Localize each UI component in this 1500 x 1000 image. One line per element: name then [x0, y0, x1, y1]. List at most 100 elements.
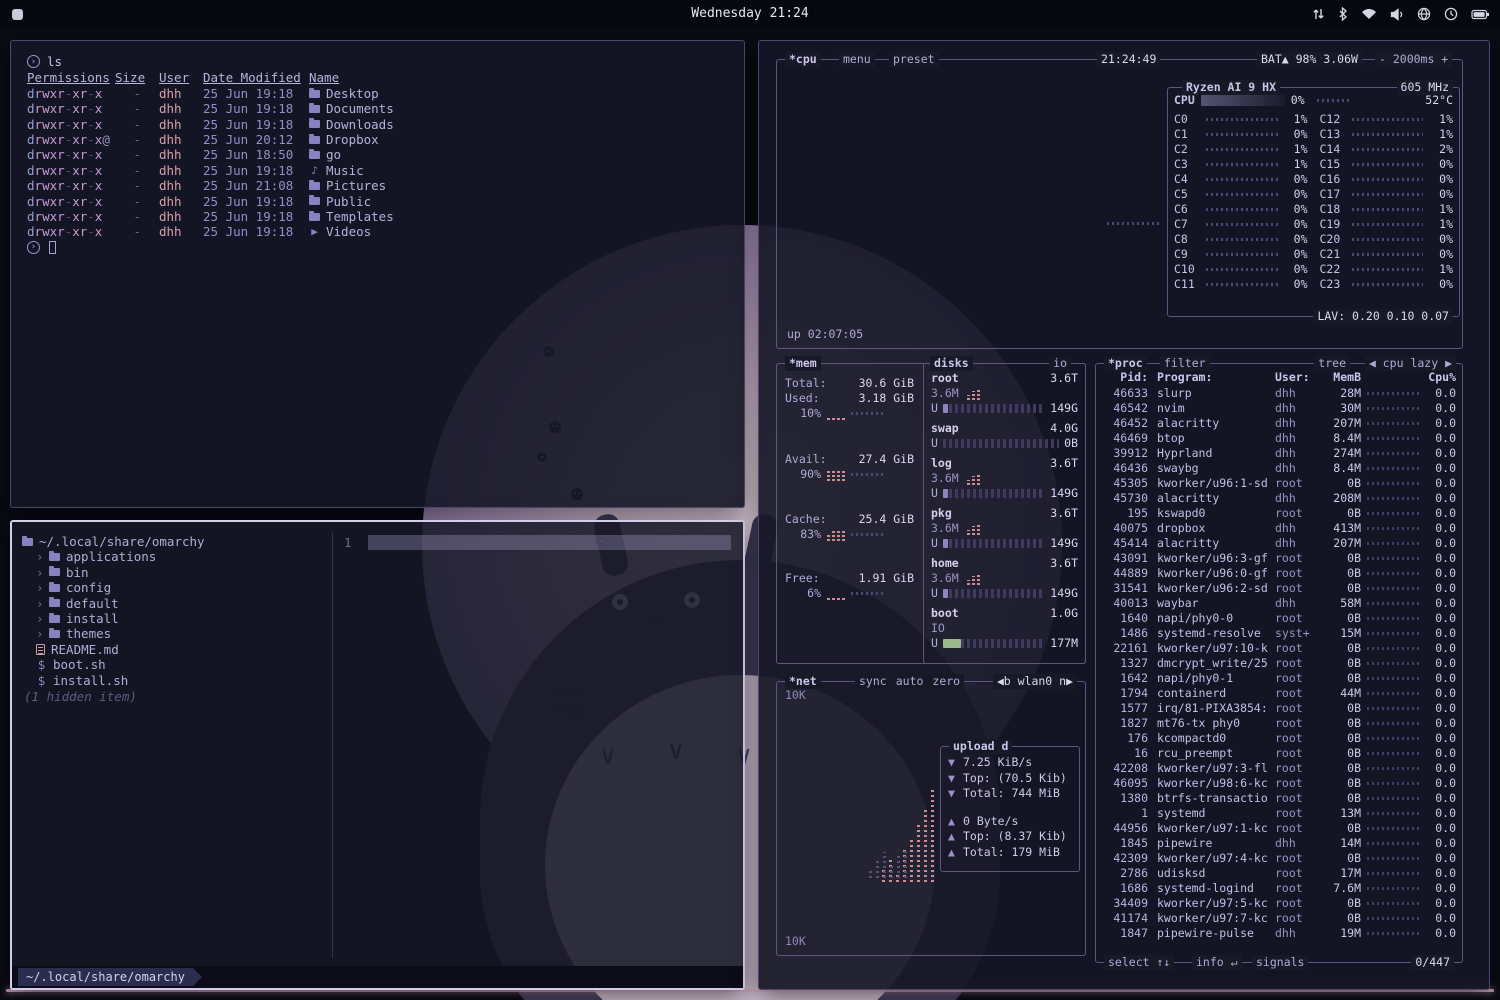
- process-row[interactable]: 1486systemd-resolvesyst+15M0.0: [1102, 626, 1456, 641]
- user-cell: dhh: [159, 224, 203, 239]
- process-row[interactable]: 1640napi/phy0-0root0B0.0: [1102, 611, 1456, 626]
- core-row: C200%: [1320, 232, 1454, 247]
- clock[interactable]: Wednesday 21:24: [691, 6, 808, 21]
- tree-button[interactable]: tree: [1314, 356, 1350, 371]
- core-label: C8: [1174, 232, 1202, 247]
- process-row[interactable]: 44956kworker/u97:1-kcroot0B0.0: [1102, 821, 1456, 836]
- sync-button[interactable]: sync: [859, 674, 887, 689]
- tree-item[interactable]: ›config: [22, 580, 733, 595]
- process-row[interactable]: 1847pipewire-pulsedhh19M0.0: [1102, 926, 1456, 941]
- process-row[interactable]: 43091kworker/u96:3-gfroot0B0.0: [1102, 551, 1456, 566]
- idle-icon[interactable]: [1444, 7, 1458, 21]
- preset-button[interactable]: preset: [889, 52, 939, 67]
- signals-hint[interactable]: signals: [1252, 955, 1308, 970]
- process-cpu-graph: [1367, 632, 1422, 635]
- select-hint[interactable]: select ↑↓: [1104, 955, 1174, 970]
- process-row[interactable]: 2786udisksdroot17M0.0: [1102, 866, 1456, 881]
- info-hint[interactable]: info ↵: [1192, 955, 1242, 970]
- process-row[interactable]: 1794containerdroot44M0.0: [1102, 686, 1456, 701]
- process-mem: 30M: [1323, 401, 1361, 416]
- process-row[interactable]: 39912Hyprlanddhh274M0.0: [1102, 446, 1456, 461]
- name-cell: Public: [309, 194, 728, 209]
- process-row[interactable]: 46452alacrittydhh207M0.0: [1102, 416, 1456, 431]
- process-row[interactable]: 1380btrfs-transactioroot0B0.0: [1102, 791, 1456, 806]
- process-row[interactable]: 40075dropboxdhh413M0.0: [1102, 521, 1456, 536]
- update-interval[interactable]: - 2000ms +: [1375, 52, 1452, 67]
- process-row[interactable]: 42309kworker/u97:4-kcroot0B0.0: [1102, 851, 1456, 866]
- header-mem[interactable]: MemB: [1323, 370, 1361, 385]
- process-row[interactable]: 1577irq/81-PIXA3854:root0B0.0: [1102, 701, 1456, 716]
- process-row[interactable]: 45305kworker/u96:1-sdroot0B0.0: [1102, 476, 1456, 491]
- core-percent: 1%: [1427, 112, 1453, 127]
- process-row[interactable]: 44889kworker/u96:0-gfroot0B0.0: [1102, 566, 1456, 581]
- core-label: C15: [1320, 157, 1348, 172]
- process-cpu-graph: [1367, 482, 1422, 485]
- filter-button[interactable]: filter: [1160, 356, 1210, 371]
- tree-item[interactable]: README.md: [22, 642, 733, 657]
- battery-icon[interactable]: [1471, 9, 1490, 20]
- network-box: *net sync auto zero ◀b wlan0 n▶ 10K 10K …: [776, 681, 1086, 956]
- tree-item[interactable]: $boot.sh: [22, 657, 733, 672]
- interface-selector[interactable]: ◀b wlan0 n▶: [993, 674, 1077, 689]
- folder-icon: [22, 538, 33, 546]
- process-row[interactable]: 42208kworker/u97:3-flroot0B0.0: [1102, 761, 1456, 776]
- process-row[interactable]: 22161kworker/u97:10-kroot0B0.0: [1102, 641, 1456, 656]
- process-row[interactable]: 45414alacrittydhh207M0.0: [1102, 536, 1456, 551]
- process-row[interactable]: 1845pipewiredhh14M0.0: [1102, 836, 1456, 851]
- bluetooth-icon[interactable]: [1338, 7, 1348, 21]
- sort-mode-selector[interactable]: ◀ cpu lazy ▶: [1365, 356, 1456, 371]
- cpu-temperature: 52°C: [1425, 93, 1453, 108]
- process-row[interactable]: 16rcu_preemptroot0B0.0: [1102, 746, 1456, 761]
- header-cpu[interactable]: Cpu%: [1428, 370, 1456, 385]
- terminal-cursor[interactable]: [49, 241, 56, 254]
- tree-item[interactable]: ›themes: [22, 626, 733, 641]
- tree-item[interactable]: ›applications: [22, 549, 733, 564]
- core-percent: 1%: [1427, 127, 1453, 142]
- terminal-window[interactable]: › ls Permissions Size User Date Modified…: [10, 40, 745, 508]
- volume-icon[interactable]: [1390, 8, 1404, 21]
- updates-icon[interactable]: [1312, 7, 1325, 21]
- io-mode-button[interactable]: io: [1049, 356, 1071, 371]
- process-row[interactable]: 176kcompactd0root0B0.0: [1102, 731, 1456, 746]
- process-pid: 43091: [1102, 551, 1148, 566]
- tree-item[interactable]: ›default: [22, 596, 733, 611]
- process-row[interactable]: 1systemdroot13M0.0: [1102, 806, 1456, 821]
- process-row[interactable]: 1327dmcrypt_write/25root0B0.0: [1102, 656, 1456, 671]
- tree-item[interactable]: ›install: [22, 611, 733, 626]
- core-row: C90%: [1174, 247, 1308, 262]
- process-row[interactable]: 46469btopdhh8.4M0.0: [1102, 431, 1456, 446]
- process-row[interactable]: 46095kworker/u98:6-kcroot0B0.0: [1102, 776, 1456, 791]
- globe-icon[interactable]: [1417, 7, 1431, 21]
- workspace-indicator[interactable]: [12, 9, 23, 20]
- tree-item[interactable]: ›bin: [22, 565, 733, 580]
- header-pid[interactable]: Pid:: [1102, 370, 1148, 385]
- process-row[interactable]: 45730alacrittydhh208M0.0: [1102, 491, 1456, 506]
- process-row[interactable]: 46436swaybgdhh8.4M0.0: [1102, 461, 1456, 476]
- header-user[interactable]: User:: [1275, 370, 1323, 385]
- process-name: Hyprland: [1157, 446, 1275, 461]
- process-row[interactable]: 31541kworker/u96:2-sdroot0B0.0: [1102, 581, 1456, 596]
- process-row[interactable]: 1686systemd-logindroot7.6M0.0: [1102, 881, 1456, 896]
- zero-button[interactable]: zero: [932, 674, 960, 689]
- tree-item[interactable]: $install.sh: [22, 673, 733, 688]
- header-program[interactable]: Program:: [1157, 370, 1275, 385]
- process-user: dhh: [1275, 836, 1323, 851]
- auto-button[interactable]: auto: [896, 674, 924, 689]
- core-percent: 0%: [1282, 172, 1308, 187]
- process-cpu-graph: [1367, 827, 1422, 830]
- process-row[interactable]: 41174kworker/u97:7-kcroot0B0.0: [1102, 911, 1456, 926]
- process-row[interactable]: 34409kworker/u97:5-kcroot0B0.0: [1102, 896, 1456, 911]
- upload-stat: ▲0 Byte/s: [948, 814, 1072, 830]
- wifi-icon[interactable]: [1361, 8, 1377, 20]
- process-row[interactable]: 46633slurpdhh28M0.0: [1102, 386, 1456, 401]
- process-row[interactable]: 40013waybardhh58M0.0: [1102, 596, 1456, 611]
- file-manager-window[interactable]: ~/.local/share/omarchy ›applications›bin…: [10, 520, 745, 990]
- core-graph: [1206, 208, 1278, 211]
- process-row[interactable]: 1827mt76-tx phy0root0B0.0: [1102, 716, 1456, 731]
- process-cpu: 0.0: [1428, 926, 1456, 941]
- process-row[interactable]: 46542nvimdhh30M0.0: [1102, 401, 1456, 416]
- btop-window[interactable]: *cpu menu preset 21:24:49 BAT▲ 98% 3.06W…: [758, 40, 1490, 990]
- process-row[interactable]: 195kswapd0root0B0.0: [1102, 506, 1456, 521]
- process-row[interactable]: 1642napi/phy0-1root0B0.0: [1102, 671, 1456, 686]
- menu-button[interactable]: menu: [839, 52, 875, 67]
